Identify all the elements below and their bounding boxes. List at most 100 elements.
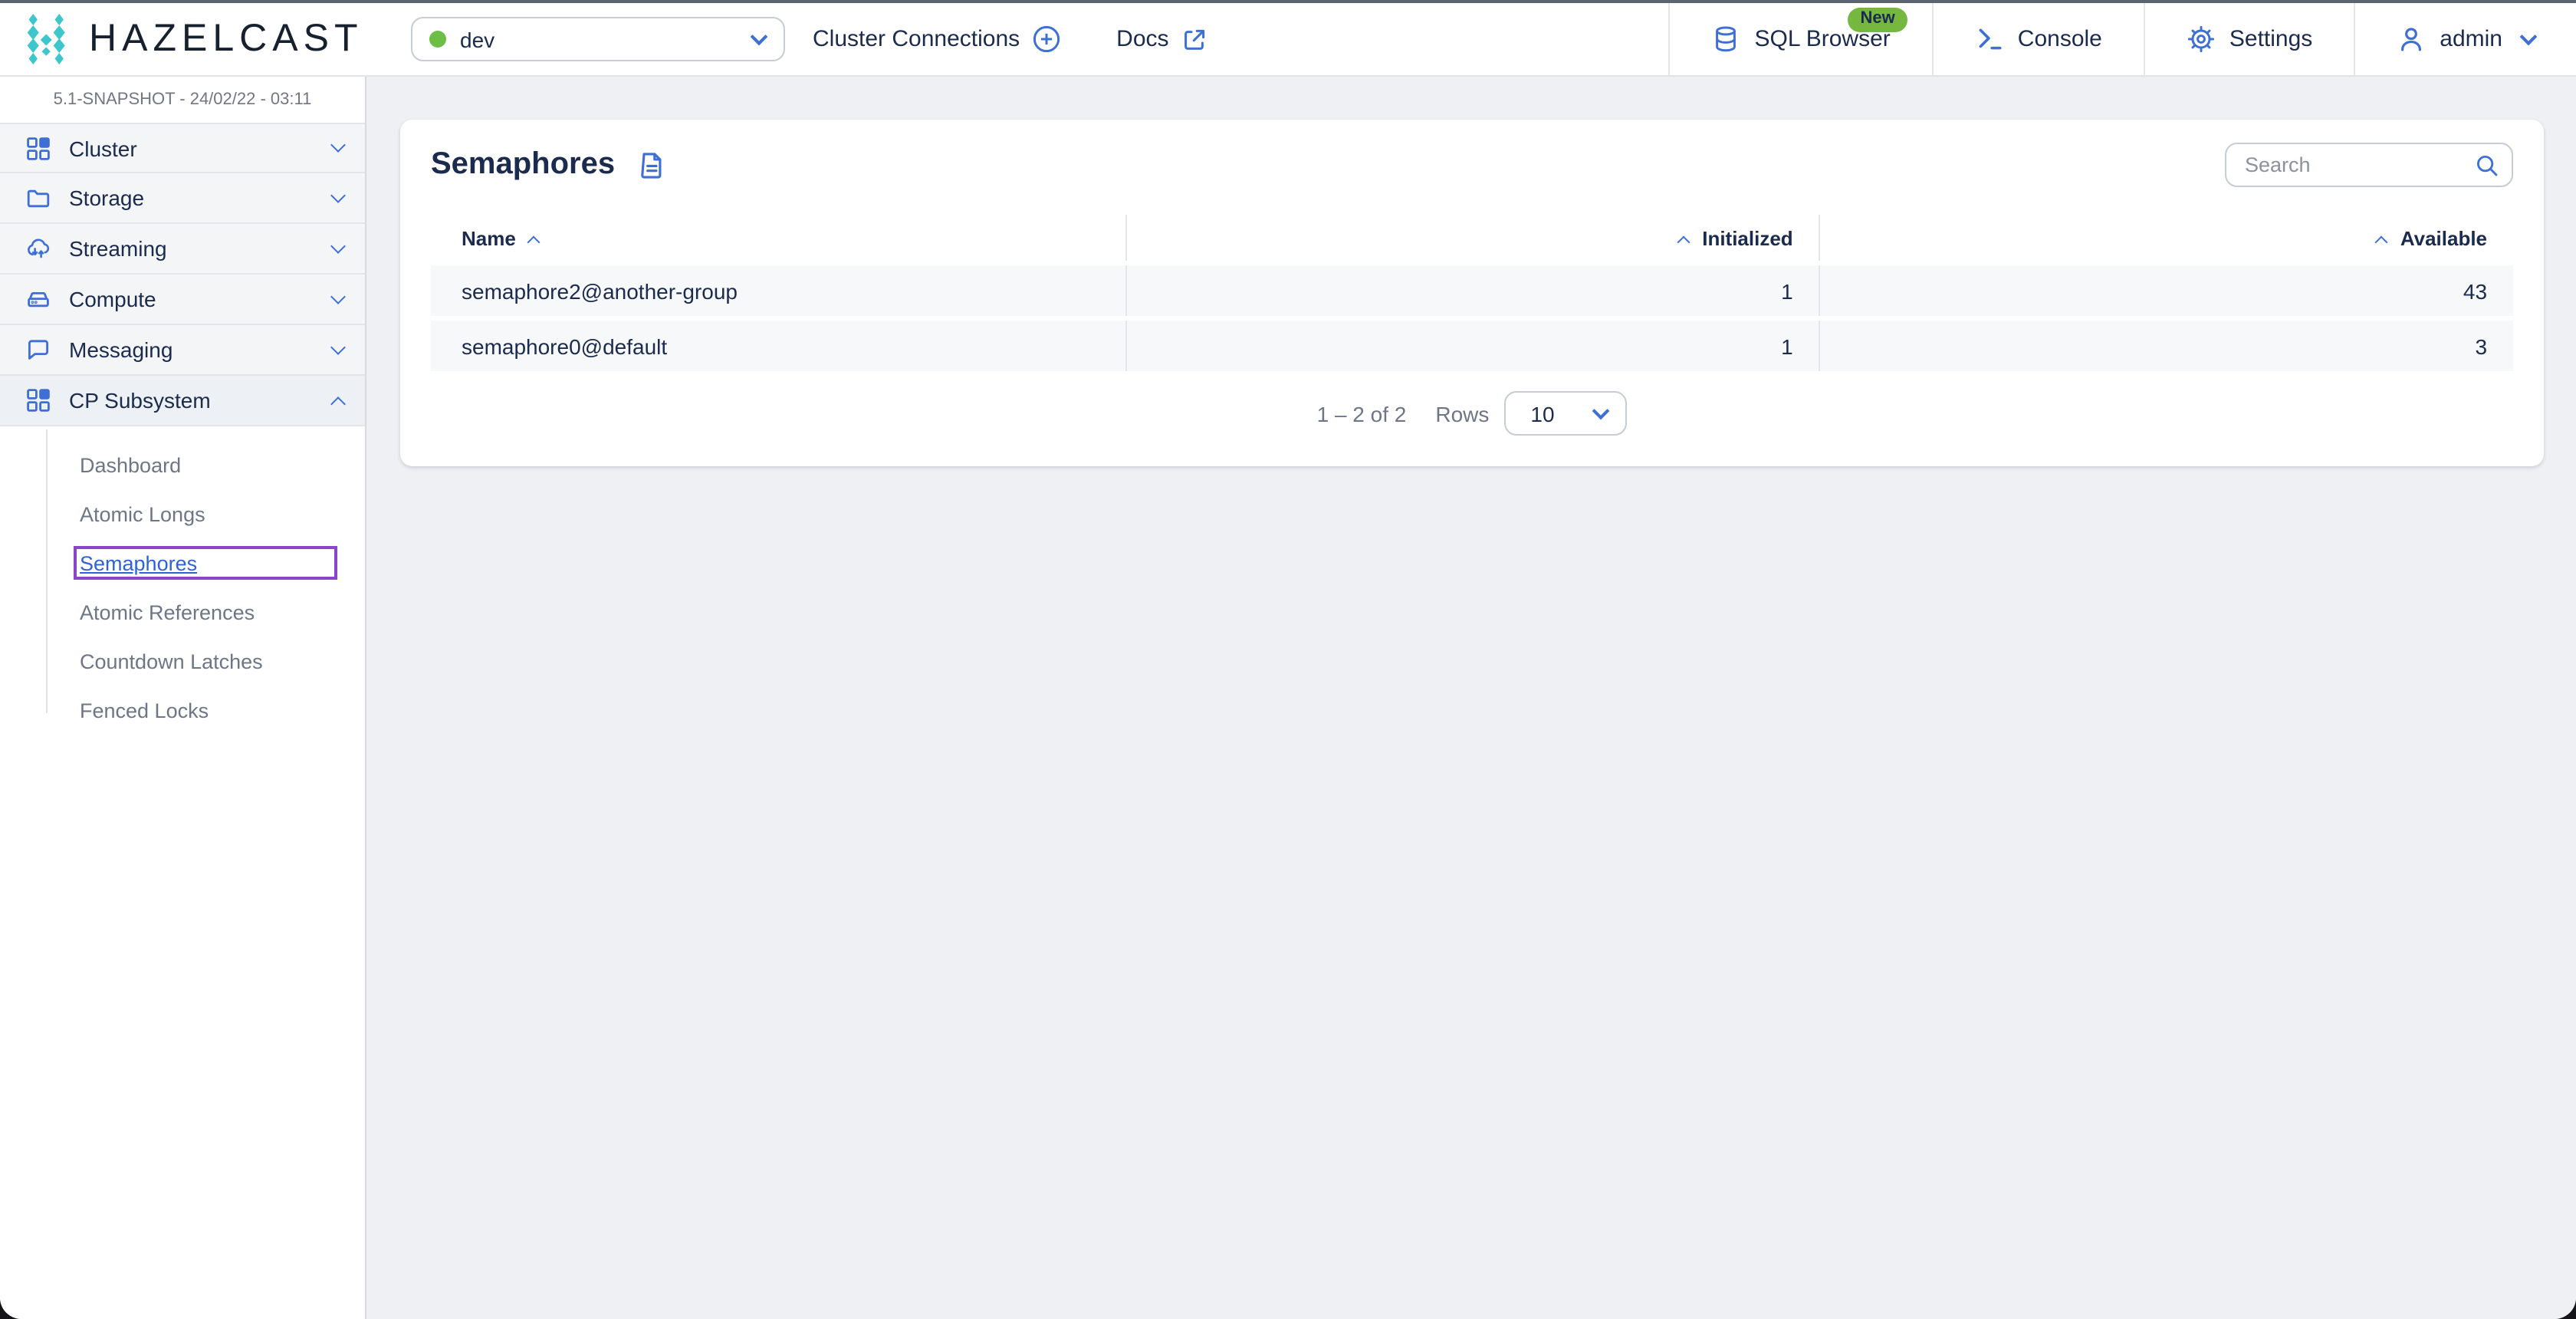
cp-subsystem-submenu: Dashboard Atomic Longs Semaphores Atomic…	[0, 426, 365, 735]
sidebar-item-storage[interactable]: Storage	[0, 173, 365, 224]
search-box	[2225, 143, 2513, 187]
user-icon	[2397, 25, 2426, 54]
cluster-connections-link[interactable]: Cluster Connections	[813, 25, 1061, 54]
chevron-up-icon	[330, 396, 346, 411]
grid-icon	[26, 136, 51, 160]
server-icon	[26, 287, 51, 311]
sidebar-item-cp-subsystem[interactable]: CP Subsystem	[0, 376, 365, 426]
chat-bubble-icon	[26, 337, 51, 362]
cluster-select-value: dev	[460, 27, 495, 51]
focused-link-box: Semaphores	[74, 546, 337, 580]
sort-asc-icon	[1677, 235, 1691, 248]
table-header-row: Name Initialized Available	[431, 215, 2513, 261]
column-header-label: Available	[2400, 226, 2487, 249]
table-row[interactable]: semaphore2@another-group 1 43	[431, 265, 2513, 316]
docs-link[interactable]: Docs	[1116, 25, 1208, 53]
chevron-down-icon	[330, 137, 346, 153]
settings-button[interactable]: Settings	[2144, 3, 2354, 75]
console-button[interactable]: Console	[1932, 3, 2144, 75]
chevron-down-icon	[2520, 28, 2538, 45]
sidebar-item-label: Cluster	[69, 136, 137, 160]
submenu-item-label: Atomic Longs	[80, 502, 205, 525]
cell-initialized: 1	[1125, 321, 1819, 371]
topbar-right-group: SQL Browser New Console	[1669, 3, 2576, 75]
top-navigation-bar: HAZELCAST dev Cluster Connections Docs	[0, 3, 2576, 77]
sidebar-item-label: Messaging	[69, 337, 172, 362]
chevron-down-icon	[1592, 402, 1610, 419]
external-link-icon	[1181, 25, 1209, 53]
submenu-item-label: Countdown Latches	[80, 650, 263, 673]
terminal-icon	[1975, 25, 2004, 54]
chevron-down-icon	[751, 28, 768, 45]
sidebar-item-messaging[interactable]: Messaging	[0, 325, 365, 376]
column-header-initialized[interactable]: Initialized	[1125, 215, 1819, 261]
submenu-item-label: Dashboard	[80, 453, 181, 476]
new-badge: New	[1848, 8, 1907, 32]
settings-label: Settings	[2229, 26, 2312, 52]
sql-browser-button[interactable]: SQL Browser New	[1669, 3, 1932, 75]
rows-per-page-label: Rows	[1435, 401, 1489, 426]
submenu-item-dashboard[interactable]: Dashboard	[0, 440, 365, 489]
folder-icon	[26, 186, 51, 210]
plus-circle-icon	[1032, 25, 1061, 54]
chevron-down-icon	[330, 238, 346, 253]
table-row[interactable]: semaphore0@default 1 3	[431, 321, 2513, 371]
sidebar-item-streaming[interactable]: Streaming	[0, 224, 365, 275]
cluster-connections-label: Cluster Connections	[813, 26, 1020, 52]
hazelcast-logo-mark-icon	[23, 10, 75, 68]
cloud-sync-icon	[26, 236, 51, 261]
semaphores-card: Semaphores	[400, 120, 2544, 466]
submenu-item-fenced-locks[interactable]: Fenced Locks	[0, 686, 365, 735]
sort-asc-icon	[527, 235, 540, 248]
sort-asc-icon	[2375, 235, 2388, 248]
app-window: HAZELCAST dev Cluster Connections Docs	[0, 0, 2576, 1319]
submenu-item-label: Fenced Locks	[80, 699, 209, 722]
hazelcast-logo[interactable]: HAZELCAST	[0, 10, 371, 68]
documentation-icon[interactable]	[636, 150, 667, 180]
rows-per-page-select[interactable]: 10	[1504, 391, 1627, 436]
submenu-item-atomic-references[interactable]: Atomic References	[0, 587, 365, 636]
sidebar-item-label: Streaming	[69, 236, 167, 261]
cell-initialized: 1	[1125, 265, 1819, 316]
submenu-item-semaphores[interactable]: Semaphores	[0, 538, 365, 587]
chevron-down-icon	[330, 339, 346, 354]
chevron-down-icon	[330, 187, 346, 202]
sidebar-item-label: Compute	[69, 287, 156, 311]
main-content: Semaphores	[366, 77, 2576, 1319]
column-header-available[interactable]: Available	[1819, 215, 2513, 261]
submenu-item-label: Atomic References	[80, 600, 255, 623]
logo-wordmark: HAZELCAST	[89, 17, 363, 61]
version-label: 5.1-SNAPSHOT - 24/02/22 - 03:11	[0, 77, 365, 123]
chevron-down-icon	[330, 288, 346, 304]
search-input[interactable]	[2225, 143, 2513, 187]
cell-name: semaphore0@default	[431, 321, 1125, 371]
search-icon[interactable]	[2475, 153, 2499, 178]
submenu-item-label[interactable]: Semaphores	[80, 551, 197, 574]
cluster-status-dot	[429, 31, 446, 48]
user-label: admin	[2440, 26, 2502, 52]
cluster-select[interactable]: dev	[411, 17, 785, 61]
cell-available: 43	[1819, 265, 2513, 316]
column-header-label: Name	[462, 226, 516, 249]
card-header: Semaphores	[431, 143, 2513, 187]
page-range-label: 1 – 2 of 2	[1317, 401, 1407, 426]
sidebar-item-compute[interactable]: Compute	[0, 275, 365, 325]
cell-available: 3	[1819, 321, 2513, 371]
submenu-item-atomic-longs[interactable]: Atomic Longs	[0, 489, 365, 538]
console-label: Console	[2018, 26, 2102, 52]
sidebar-item-cluster[interactable]: Cluster	[0, 123, 365, 173]
gear-icon	[2187, 25, 2216, 54]
page-title: Semaphores	[431, 147, 615, 183]
sidebar-item-label: Storage	[69, 186, 144, 210]
submenu-item-countdown-latches[interactable]: Countdown Latches	[0, 636, 365, 686]
docs-label: Docs	[1116, 26, 1168, 52]
grid-icon	[26, 388, 51, 413]
sidebar-item-label: CP Subsystem	[69, 388, 211, 413]
pagination: 1 – 2 of 2 Rows 10	[431, 391, 2513, 436]
rows-per-page-value: 10	[1530, 401, 1554, 426]
sidebar: 5.1-SNAPSHOT - 24/02/22 - 03:11 Cluster	[0, 77, 366, 1319]
semaphores-table: Name Initialized Available	[431, 215, 2513, 371]
content-row: 5.1-SNAPSHOT - 24/02/22 - 03:11 Cluster	[0, 77, 2576, 1319]
user-menu[interactable]: admin	[2354, 3, 2576, 75]
column-header-name[interactable]: Name	[431, 215, 1125, 261]
